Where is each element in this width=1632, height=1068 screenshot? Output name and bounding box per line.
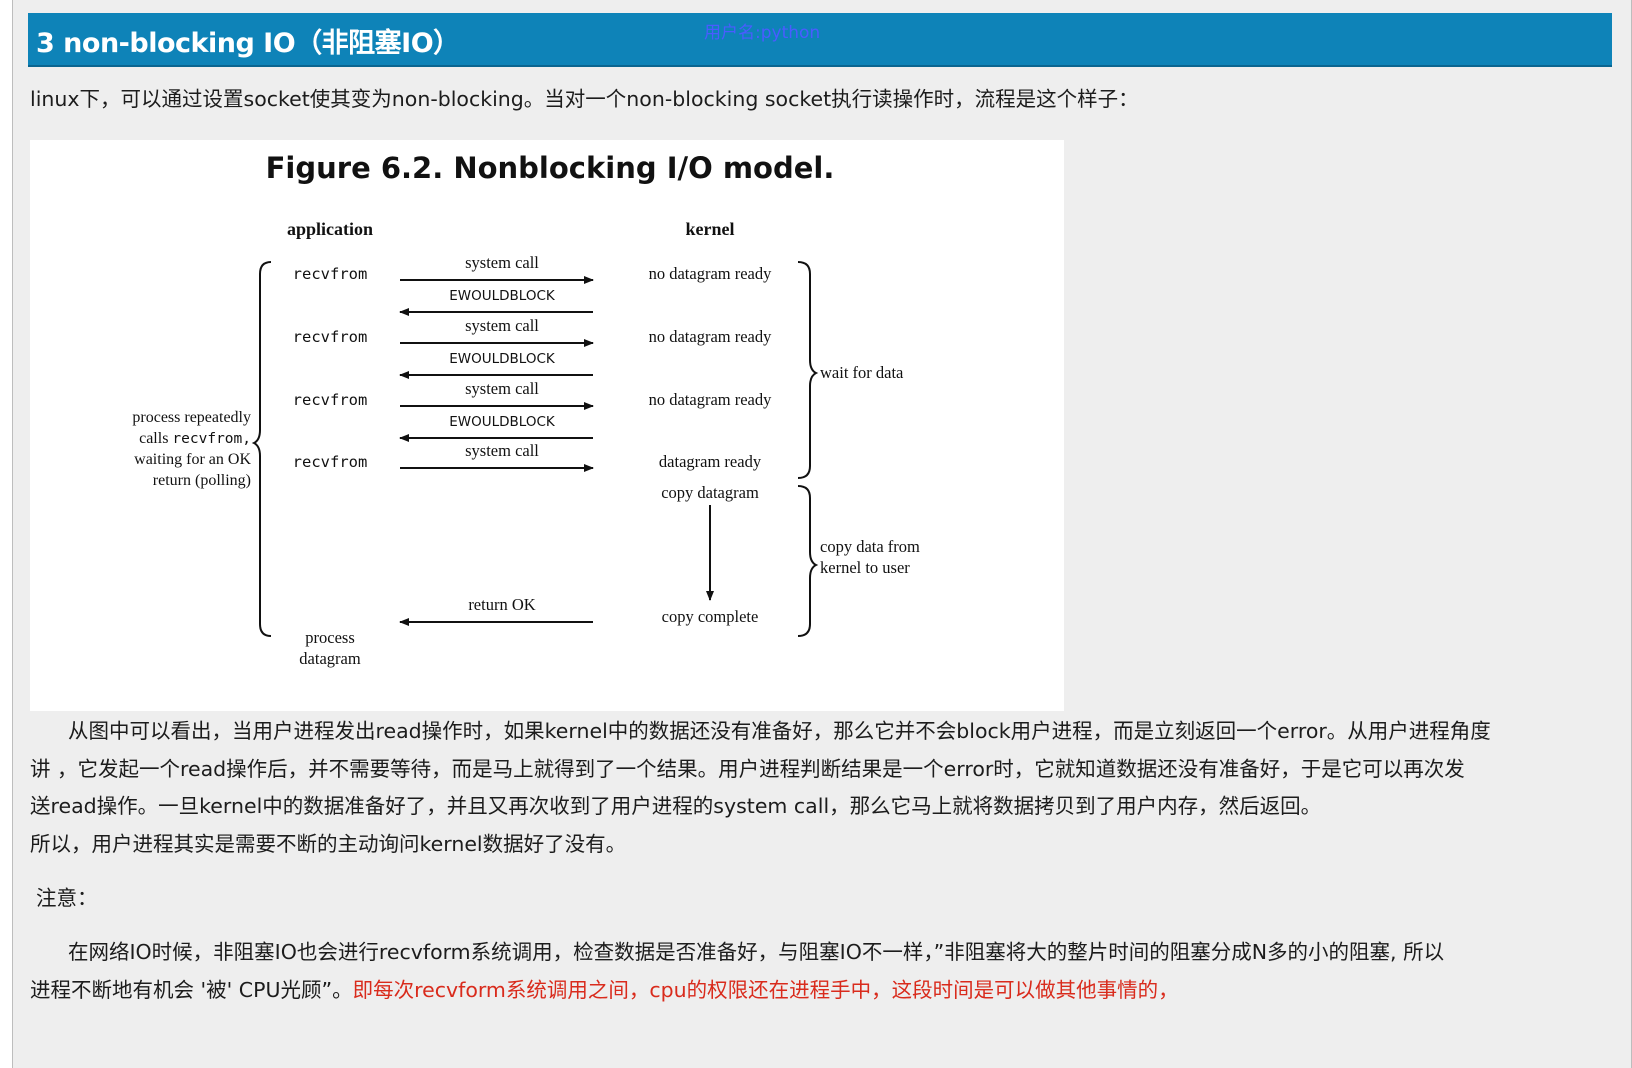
kernel-status: no datagram ready (649, 390, 773, 409)
process-datagram-line-2: datagram (299, 649, 361, 668)
wait-brace (797, 261, 819, 479)
left-note-line-4: return (polling) (153, 472, 251, 489)
explanation-line-4: 所以，用户进程其实是需要不断的主动询问kernel数据好了没有。 (30, 832, 627, 856)
system-call-label: system call (465, 253, 539, 272)
left-note-line-1: process repeatedly (132, 409, 251, 426)
ewouldblock-label: EWOULDBLOCK (449, 414, 556, 430)
recvfrom-label: recvfrom (293, 391, 368, 409)
left-note-line-2: calls recvfrom, (139, 430, 251, 447)
note-line-2-text: 进程不断地有机会 '被' CPU光顾”。 (30, 978, 353, 1002)
figure: Figure 6.2. Nonblocking I/O model. appli… (30, 140, 1064, 711)
return-ok-label: return OK (468, 595, 535, 614)
kernel-status: no datagram ready (649, 264, 773, 283)
wait-for-data-label: wait for data (820, 363, 904, 382)
copy-datagram-label: copy datagram (661, 483, 759, 502)
highlighted-note: 即每次recvform系统调用之间，cpu的权限还在进程手中，这段时间是可以做其… (352, 978, 1179, 1002)
explanation-line-1: 从图中可以看出，当用户进程发出read操作时，如果kernel中的数据还没有准备… (68, 719, 1491, 743)
process-datagram-line-1: process (305, 628, 354, 647)
system-call-label: system call (465, 316, 539, 335)
copy-complete-label: copy complete (662, 607, 759, 626)
copy-data-line-1: copy data from (820, 537, 920, 556)
kernel-status: no datagram ready (649, 327, 773, 346)
note-line-2: 进程不断地有机会 '被' CPU光顾”。即每次recvform系统调用之间，cp… (30, 977, 1179, 1003)
explanation-line-2: 讲 ，它发起一个read操作后，并不需要等待，而是马上就得到了一个结果。用户进程… (30, 757, 1465, 781)
left-brace (251, 261, 272, 637)
column-kernel: kernel (686, 219, 735, 239)
intro-paragraph: linux下，可以通过设置socket使其变为non-blocking。当对一个… (30, 87, 1139, 111)
note-line-1: 在网络IO时候，非阻塞IO也会进行recvform系统调用，检查数据是否准备好，… (68, 940, 1445, 964)
username-watermark: 用户名:python (704, 23, 821, 43)
nonblocking-io-diagram: Figure 6.2. Nonblocking I/O model. appli… (132, 151, 920, 668)
left-note-line-3: waiting for an OK (134, 451, 251, 468)
column-application: application (287, 219, 373, 239)
system-call-label: system call (465, 441, 539, 460)
note-label: 注意： (36, 886, 98, 910)
kernel-status: datagram ready (659, 452, 762, 471)
recvfrom-label: recvfrom (293, 328, 368, 346)
ewouldblock-label: EWOULDBLOCK (449, 288, 556, 304)
recvfrom-label: recvfrom (293, 265, 368, 283)
system-call-label: system call (465, 379, 539, 398)
ewouldblock-label: EWOULDBLOCK (449, 351, 556, 367)
copy-data-line-2: kernel to user (820, 558, 910, 577)
copy-brace (797, 485, 819, 637)
page: 3 non-blocking IO（非阻塞IO） 用户名:python linu… (0, 0, 1632, 1068)
figure-title: Figure 6.2. Nonblocking I/O model. (266, 151, 835, 185)
section-title: 3 non-blocking IO（非阻塞IO） (36, 28, 460, 59)
recvfrom-label: recvfrom (293, 453, 368, 471)
explanation-line-3: 送read操作。一旦kernel中的数据准备好了，并且又再次收到了用户进程的sy… (30, 794, 1322, 818)
